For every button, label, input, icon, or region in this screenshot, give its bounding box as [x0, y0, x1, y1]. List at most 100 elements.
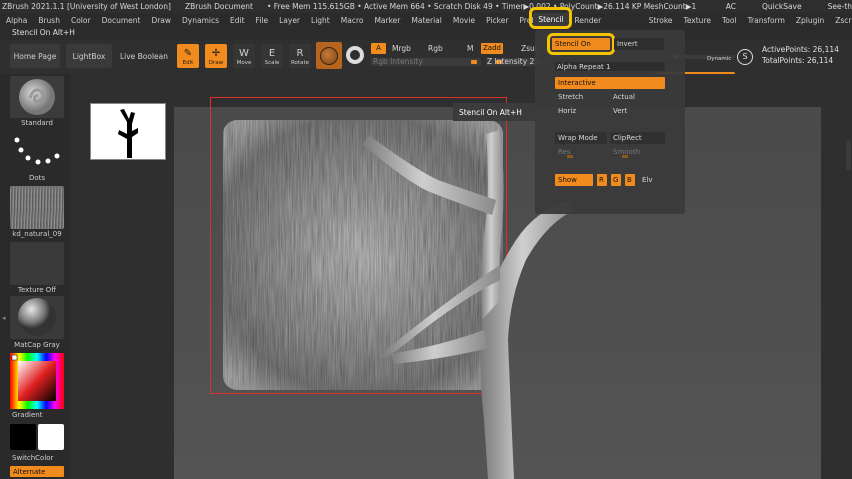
brush-selector[interactable] — [10, 76, 64, 118]
menu-item-texture[interactable]: Texture — [678, 16, 716, 25]
stretch-button[interactable]: Stretch — [555, 91, 607, 103]
color-picker-wheel[interactable] — [10, 353, 64, 409]
menu-item-marker[interactable]: Marker — [368, 16, 405, 25]
alternate-button[interactable]: Alternate — [10, 466, 64, 477]
alpha-thumbnail[interactable] — [90, 103, 166, 160]
rotate-button[interactable]: R Rotate — [289, 44, 311, 68]
actual-button[interactable]: Actual — [610, 91, 662, 103]
matcap-sphere-icon — [18, 298, 56, 336]
material-sphere-icon — [320, 47, 338, 65]
highlight-stencil-on — [547, 33, 615, 55]
active-points: ActivePoints: 26,114 — [762, 45, 839, 54]
edit-button[interactable]: ✎ Edit — [177, 44, 199, 68]
material-swatch-button[interactable] — [316, 42, 342, 69]
cliprect-button[interactable]: ClipRect — [610, 132, 665, 144]
menu-item-alpha[interactable]: Alpha — [0, 16, 32, 25]
g-channel-button[interactable]: G — [611, 174, 621, 186]
quicksave-button[interactable]: QuickSave — [762, 2, 802, 11]
app-title: ZBrush 2021.1.1 [University of West Lond… — [2, 2, 171, 11]
menu-item-zscript[interactable]: Zscript — [829, 16, 852, 25]
menu-item-edit[interactable]: Edit — [224, 16, 250, 25]
collapse-shelf-icon[interactable]: ◂ — [2, 314, 7, 324]
ac-button[interactable]: AC — [726, 2, 736, 11]
rgb-intensity-knob[interactable] — [471, 60, 477, 64]
move-button[interactable]: W Move — [233, 44, 255, 68]
menu-item-color[interactable]: Color — [65, 16, 96, 25]
right-shelf-handle[interactable] — [846, 140, 851, 170]
invert-button[interactable]: Invert — [614, 38, 664, 50]
main-color-swatch[interactable] — [10, 424, 36, 450]
vert-button[interactable]: Vert — [610, 105, 662, 117]
rotate-label: Rotate — [290, 60, 309, 66]
highlight-stencil-menu — [529, 7, 572, 29]
menu-item-material[interactable]: Material — [405, 16, 446, 25]
elv-button[interactable]: Elv — [639, 174, 659, 186]
smooth-slider-knob[interactable] — [622, 155, 628, 158]
see-through-button[interactable]: See-th — [828, 2, 852, 11]
spotlight-toggle-icon[interactable] — [346, 46, 364, 64]
horiz-button[interactable]: Horiz — [555, 105, 607, 117]
interactive-button[interactable]: Interactive — [555, 77, 665, 89]
wrap-mode-button[interactable]: Wrap Mode — [555, 132, 607, 144]
m-button[interactable]: M — [467, 44, 473, 53]
scale-button[interactable]: E Scale — [261, 44, 283, 68]
alpha-repeat-label: Alpha Repeat 1 — [557, 63, 611, 71]
menu-item-picker[interactable]: Picker — [480, 16, 513, 25]
stencil-on-tooltip: Stencil On Alt+H — [453, 103, 535, 121]
lightbox-button[interactable]: LightBox — [66, 44, 112, 68]
menu-item-macro[interactable]: Macro — [335, 16, 369, 25]
alpha-selector[interactable] — [10, 186, 64, 229]
sculptris-pro-icon[interactable]: S — [737, 49, 753, 65]
show-button[interactable]: Show — [555, 174, 593, 186]
menu-item-file[interactable]: File — [250, 16, 274, 25]
home-page-button[interactable]: Home Page — [10, 44, 60, 68]
move-label: Move — [236, 60, 252, 66]
live-boolean-button[interactable]: Live Boolean — [118, 44, 170, 68]
edit-label: Edit — [182, 60, 194, 66]
dynamic-label[interactable]: Dynamic — [707, 56, 731, 62]
menu-item-movie[interactable]: Movie — [447, 16, 480, 25]
res-slider-knob[interactable] — [567, 155, 573, 158]
menu-item-render[interactable]: Render — [569, 16, 607, 25]
color-picker[interactable] — [10, 353, 64, 409]
scale-icon: E — [268, 48, 276, 59]
branch-silhouette-icon — [118, 109, 138, 158]
rgb-intensity-label: Rgb Intensity — [373, 57, 423, 66]
menu-item-draw[interactable]: Draw — [145, 16, 176, 25]
rgb-button[interactable]: Rgb — [428, 44, 443, 53]
menu-item-layer[interactable]: Layer — [273, 16, 305, 25]
material-selector[interactable] — [10, 296, 64, 339]
menu-item-dynamics[interactable]: Dynamics — [176, 16, 224, 25]
stencil-menu-popup — [535, 30, 685, 214]
menu-item-transform[interactable]: Transform — [742, 16, 790, 25]
brush-label: Standard — [21, 119, 53, 127]
dots-stroke-icon — [14, 137, 60, 165]
alpha-label: kd_natural_09 — [12, 230, 62, 238]
title-bar: ZBrush 2021.1.1 [University of West Lond… — [0, 0, 852, 13]
stroke-selector[interactable] — [10, 130, 64, 172]
r-channel-button[interactable]: R — [597, 174, 607, 186]
a-button[interactable]: A — [371, 43, 386, 54]
menu-item-document[interactable]: Document — [96, 16, 146, 25]
res-slider[interactable]: Res — [555, 146, 607, 158]
zadd-button[interactable]: Zadd — [481, 43, 503, 54]
menu-item-stroke[interactable]: Stroke — [643, 16, 678, 25]
scale-label: Scale — [264, 60, 280, 66]
standard-brush-icon — [19, 79, 55, 115]
draw-button[interactable]: ✛ Draw — [205, 44, 227, 68]
texture-selector[interactable] — [10, 242, 64, 285]
menu-item-light[interactable]: Light — [305, 16, 335, 25]
switchcolor-button[interactable]: SwitchColor — [10, 454, 64, 462]
mrgb-button[interactable]: Mrgb — [392, 44, 411, 53]
total-points: TotalPoints: 26,114 — [762, 56, 834, 65]
menu-item-tool[interactable]: Tool — [716, 16, 742, 25]
menu-item-zplugin[interactable]: Zplugin — [790, 16, 829, 25]
secondary-color-swatch[interactable] — [38, 424, 64, 450]
menu-item-brush[interactable]: Brush — [32, 16, 65, 25]
texture-label: Texture Off — [17, 286, 57, 294]
b-channel-button[interactable]: B — [625, 174, 635, 186]
stroke-label: Dots — [28, 174, 46, 182]
smooth-slider[interactable]: Smooth — [610, 146, 665, 158]
stencil-shortcut-hint: Stencil On Alt+H — [12, 28, 75, 37]
meshcount: MeshCount▶1 — [643, 2, 697, 11]
